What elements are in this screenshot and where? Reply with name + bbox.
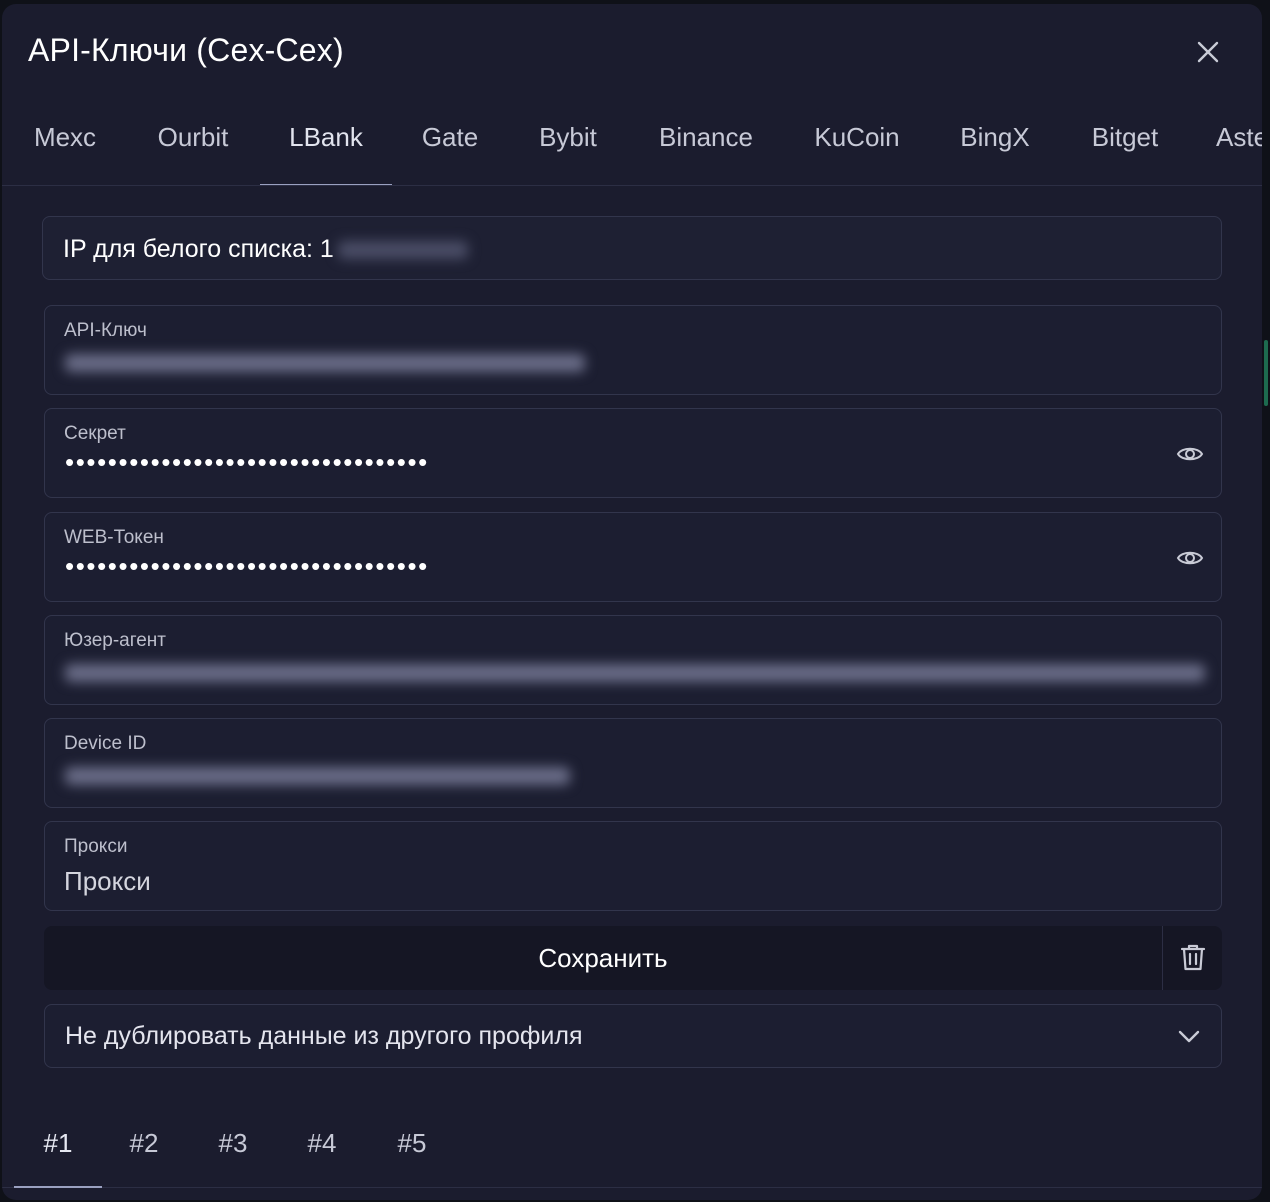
device-id-value-redacted bbox=[65, 767, 570, 785]
profile-tab-2[interactable]: #2 bbox=[126, 1108, 162, 1188]
tab-binance[interactable]: Binance bbox=[654, 108, 758, 185]
proxy-field[interactable]: Прокси Прокси bbox=[44, 821, 1222, 911]
profile-tab-1[interactable]: #1 bbox=[14, 1108, 102, 1188]
ip-whitelist-label: IP для белого списка: 1 bbox=[63, 235, 334, 263]
save-button[interactable]: Сохранить bbox=[44, 926, 1162, 990]
profile-tab-5[interactable]: #5 bbox=[394, 1108, 430, 1188]
tab-bybit[interactable]: Bybit bbox=[534, 108, 602, 185]
close-button[interactable] bbox=[1190, 34, 1226, 70]
secret-value: •••••••••••••••••••••••••••••••••• bbox=[65, 447, 429, 477]
tab-aster[interactable]: Aste bbox=[1216, 108, 1262, 185]
tab-mexc[interactable]: Mexc bbox=[30, 108, 100, 185]
proxy-placeholder: Прокси bbox=[64, 866, 151, 896]
tab-kucoin[interactable]: KuCoin bbox=[810, 108, 904, 185]
user-agent-field[interactable]: Юзер-агент bbox=[44, 615, 1222, 705]
user-agent-label: Юзер-агент bbox=[64, 630, 166, 651]
web-token-label: WEB-Токен bbox=[64, 527, 164, 548]
duplicate-profile-select[interactable]: Не дублировать данные из другого профиля bbox=[44, 1004, 1222, 1068]
api-key-value-redacted bbox=[65, 354, 585, 372]
tab-ourbit[interactable]: Ourbit bbox=[152, 108, 234, 185]
device-id-label: Device ID bbox=[64, 733, 147, 754]
secret-field[interactable]: Секрет •••••••••••••••••••••••••••••••••… bbox=[44, 408, 1222, 498]
ip-redacted bbox=[337, 241, 468, 260]
user-agent-value-redacted bbox=[65, 664, 1205, 682]
scroll-indicator bbox=[1264, 340, 1268, 406]
secret-reveal-button[interactable] bbox=[1175, 439, 1205, 469]
tab-bitget[interactable]: Bitget bbox=[1086, 108, 1164, 185]
tab-bingx[interactable]: BingX bbox=[956, 108, 1034, 185]
web-token-value: •••••••••••••••••••••••••••••••••• bbox=[65, 551, 429, 581]
ip-whitelist-box: IP для белого списка: 1 bbox=[42, 216, 1222, 280]
profile-tab-4[interactable]: #4 bbox=[304, 1108, 340, 1188]
device-id-field[interactable]: Device ID bbox=[44, 718, 1222, 808]
eye-icon bbox=[1176, 447, 1204, 461]
eye-icon bbox=[1176, 551, 1204, 565]
api-key-label: API-Ключ bbox=[64, 320, 147, 341]
api-keys-dialog: API-Ключи (Cex-Cex) Mexc Ourbit LBank Ga… bbox=[2, 4, 1262, 1200]
chevron-down-icon bbox=[1178, 1030, 1200, 1043]
delete-button[interactable] bbox=[1162, 926, 1222, 990]
tab-gate[interactable]: Gate bbox=[418, 108, 482, 185]
profile-tab-3[interactable]: #3 bbox=[215, 1108, 251, 1188]
duplicate-profile-value: Не дублировать данные из другого профиля bbox=[65, 1022, 583, 1050]
proxy-label: Прокси bbox=[64, 836, 128, 857]
api-key-field[interactable]: API-Ключ bbox=[44, 305, 1222, 395]
web-token-reveal-button[interactable] bbox=[1175, 543, 1205, 573]
tab-lbank[interactable]: LBank bbox=[260, 108, 392, 185]
dialog-title: API-Ключи (Cex-Cex) bbox=[28, 32, 344, 68]
secret-label: Секрет bbox=[64, 423, 126, 444]
profile-tabs: #1 #2 #3 #4 #5 bbox=[2, 1108, 1262, 1188]
web-token-field[interactable]: WEB-Токен ••••••••••••••••••••••••••••••… bbox=[44, 512, 1222, 602]
save-bar: Сохранить bbox=[44, 926, 1222, 990]
trash-icon bbox=[1180, 944, 1206, 971]
close-icon bbox=[1197, 41, 1219, 63]
exchange-tabs: Mexc Ourbit LBank Gate Bybit Binance KuC… bbox=[2, 108, 1262, 186]
